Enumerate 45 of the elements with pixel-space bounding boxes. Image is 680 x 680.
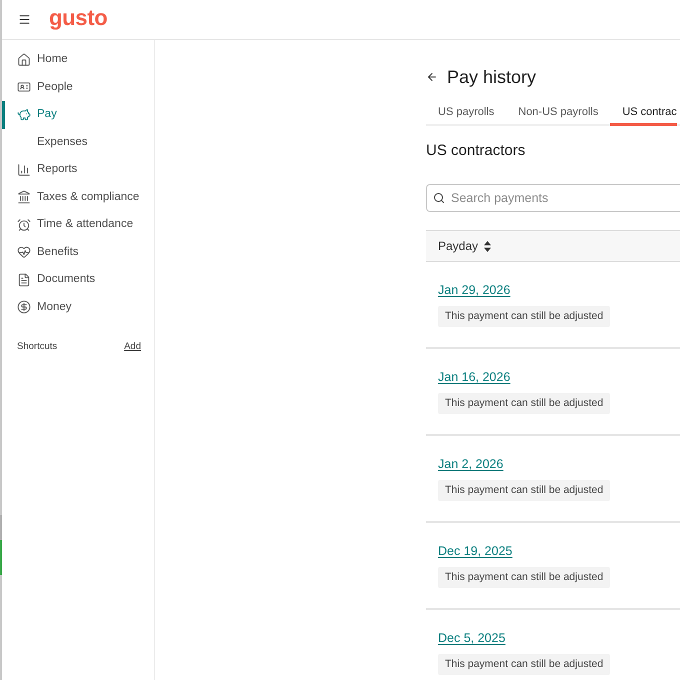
- document-icon: [17, 272, 31, 287]
- sort-icon: [484, 240, 492, 252]
- search-icon: [433, 192, 445, 204]
- heart-pulse-icon: [17, 245, 31, 260]
- payday-link[interactable]: Dec 19, 2025: [438, 543, 512, 559]
- tab[interactable]: US contrac: [610, 101, 677, 126]
- payday-link[interactable]: Jan 2, 2026: [438, 456, 504, 472]
- status-badge: This payment can still be adjusted: [438, 567, 610, 588]
- shortcuts-heading: Shortcuts: [17, 340, 58, 354]
- id-card-icon: [17, 80, 31, 94]
- payday-link[interactable]: Jan 16, 2026: [438, 369, 510, 385]
- add-shortcut-link[interactable]: Add: [124, 340, 141, 354]
- nav-item[interactable]: Documents: [2, 266, 154, 294]
- payday-link[interactable]: Jan 29, 2026: [438, 282, 510, 298]
- nav-item[interactable]: Pay: [2, 101, 154, 128]
- home-icon: [17, 52, 31, 67]
- nav-item[interactable]: Time & attendance: [2, 211, 154, 238]
- status-badge: This payment can still be adjusted: [438, 393, 610, 414]
- payday-link[interactable]: Dec 5, 2025: [438, 630, 506, 646]
- arrow-left-icon: [426, 71, 438, 83]
- payday-column-header[interactable]: Payday: [438, 237, 492, 255]
- status-badge: This payment can still be adjusted: [438, 480, 610, 501]
- menu-icon: [18, 13, 30, 26]
- tab[interactable]: Non-US payrolls: [506, 101, 610, 126]
- tab[interactable]: US payrolls: [426, 101, 506, 126]
- nav-item[interactable]: Taxes & compliance: [2, 184, 154, 211]
- nav-item[interactable]: Benefits: [2, 238, 154, 266]
- piggy-bank-icon: [17, 108, 31, 122]
- section-title: US contractors: [426, 142, 526, 160]
- search-field[interactable]: Search payments: [426, 184, 680, 212]
- back-button[interactable]: [426, 71, 438, 83]
- status-badge: This payment can still be adjusted: [438, 306, 610, 327]
- menu-button[interactable]: [17, 12, 31, 26]
- bank-building-icon: [17, 190, 31, 204]
- status-badge: This payment can still be adjusted: [438, 654, 610, 675]
- nav-item[interactable]: Home: [2, 46, 154, 74]
- edge-marker: [0, 540, 2, 575]
- page-title: Pay history: [447, 66, 536, 89]
- nav-item[interactable]: Reports: [2, 156, 154, 184]
- nav-item[interactable]: Expenses: [2, 128, 154, 156]
- dollar-circle-icon: [17, 300, 31, 314]
- nav-item[interactable]: People: [2, 74, 154, 101]
- alarm-clock-icon: [17, 218, 31, 232]
- nav-item[interactable]: Money: [2, 294, 154, 321]
- bar-chart-icon: [17, 162, 31, 177]
